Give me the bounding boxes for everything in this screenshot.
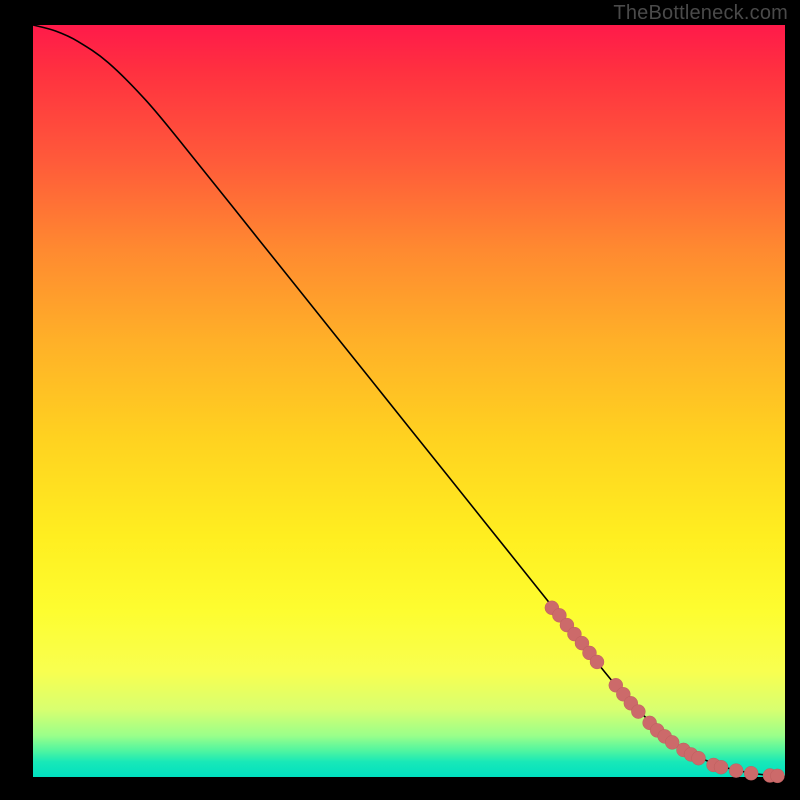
- curve-marker: [692, 751, 706, 765]
- curve-marker: [744, 766, 758, 780]
- bottleneck-curve: [33, 25, 785, 776]
- attribution-text: TheBottleneck.com: [613, 2, 788, 25]
- curve-marker: [714, 760, 728, 774]
- curve-marker: [631, 705, 645, 719]
- curve-marker: [590, 655, 604, 669]
- curve-marker: [770, 769, 784, 783]
- curve-markers: [545, 601, 785, 783]
- curve-marker: [729, 764, 743, 778]
- chart-svg: [33, 25, 785, 777]
- chart-frame: TheBottleneck.com: [0, 0, 800, 800]
- plot-area: [33, 25, 785, 777]
